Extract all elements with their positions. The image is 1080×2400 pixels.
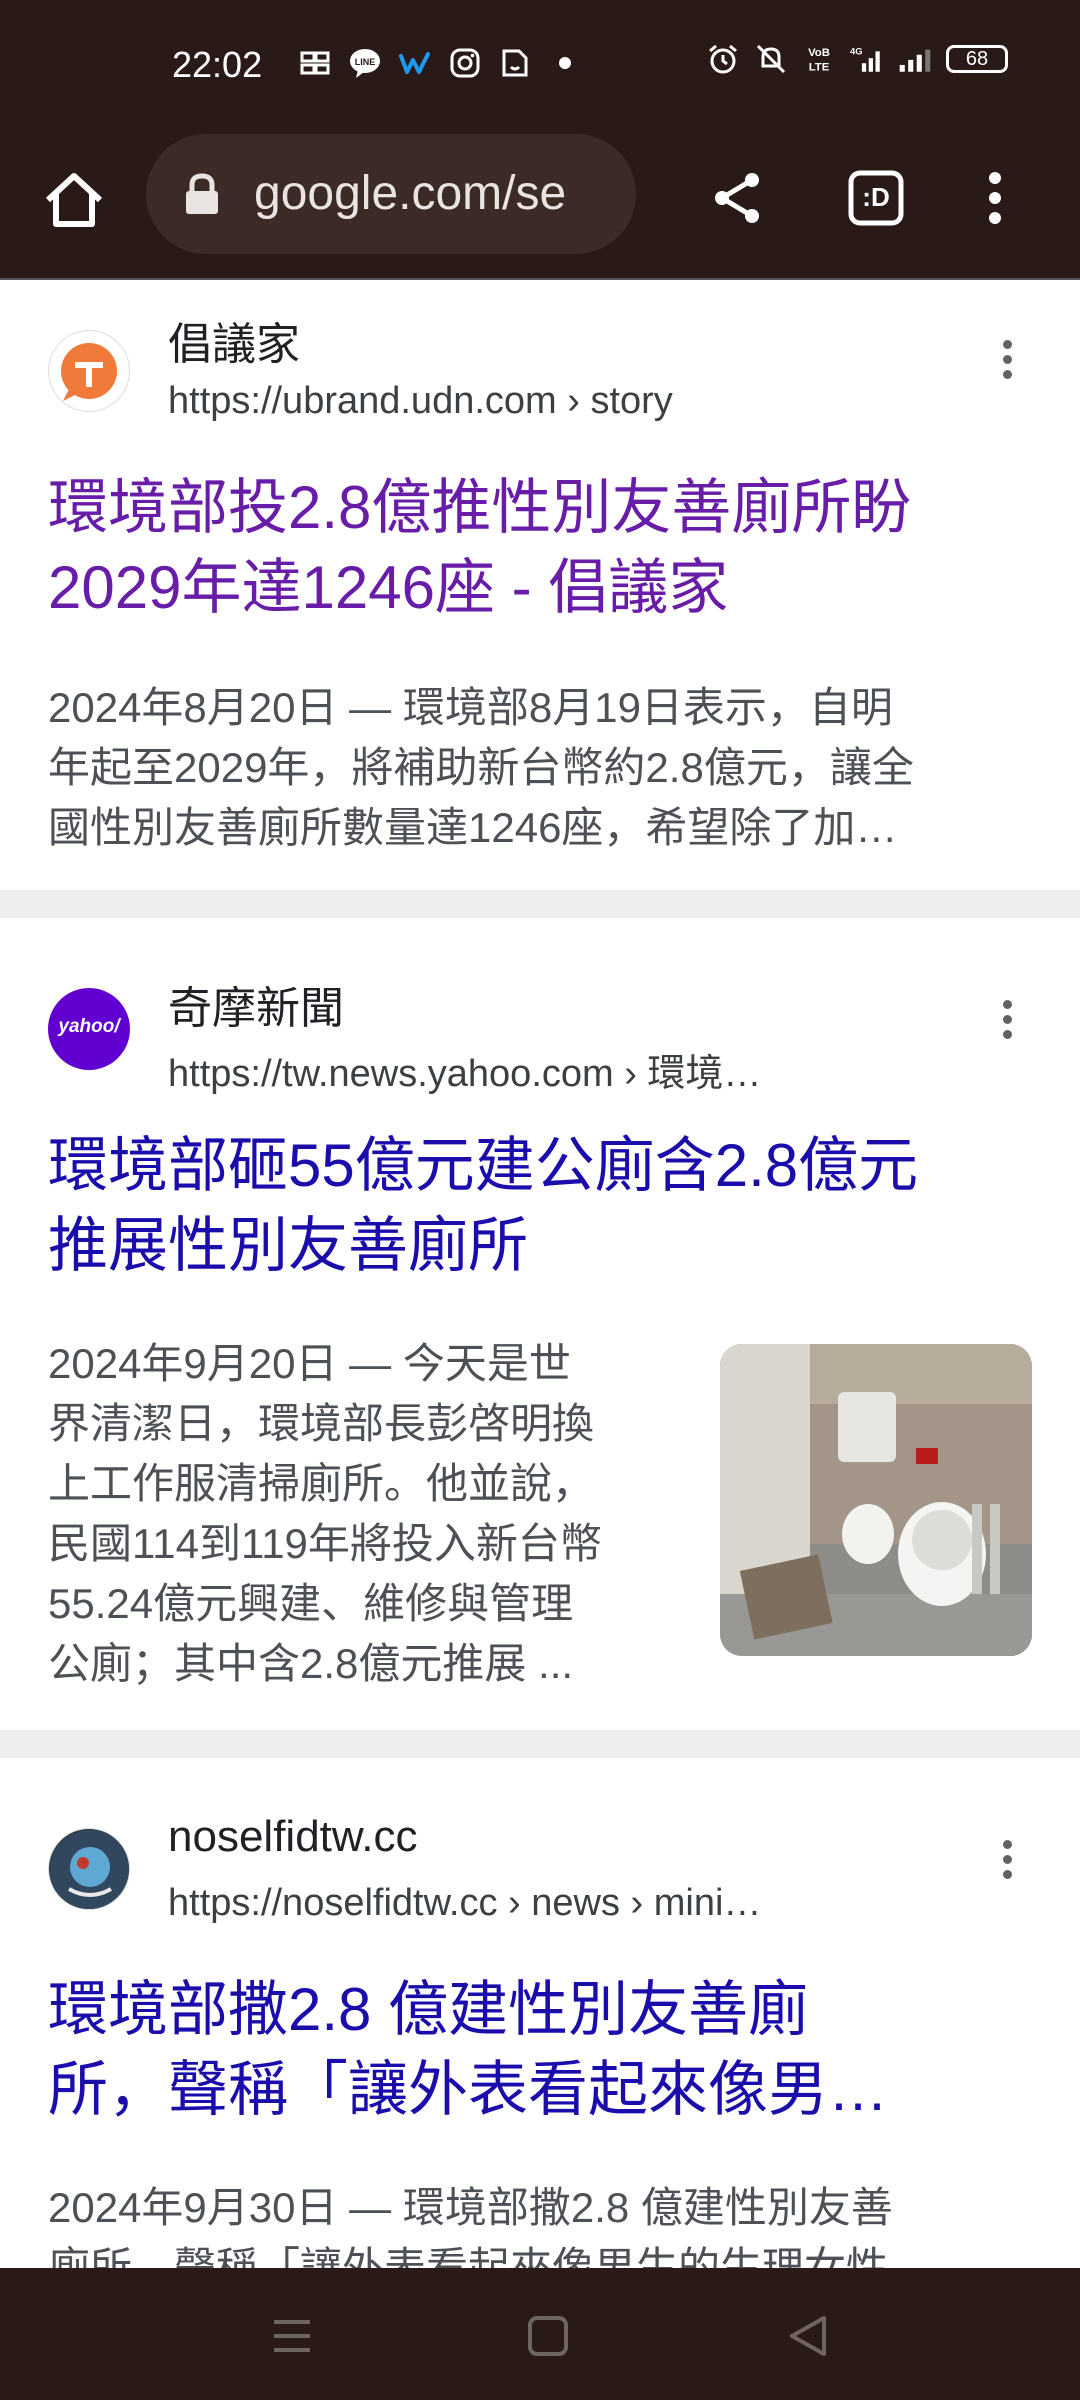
result-title-link[interactable]: 環境部撒2.8 億建性別友善廁 所，聲稱「讓外表看起來像男… [48,1970,1038,2130]
svg-text:LTE: LTE [809,61,830,73]
yahoo-logo-icon: yahoo/ [58,1016,120,1037]
browser-menu-button[interactable] [980,168,1010,228]
mms-icon [298,46,332,80]
site-url[interactable]: https://ubrand.udn.com › story [168,380,673,423]
instagram-icon [448,46,482,80]
status-time: 22:02 [172,44,263,85]
status-bar: 22:02 LINE VoB LTE 4G 68 [0,0,1080,130]
w-app-icon [398,46,432,80]
recent-apps-button[interactable] [268,2312,316,2360]
site-favicon [48,330,130,412]
back-triangle-icon [790,2316,826,2356]
4g-signal-icon: 4G [850,42,884,76]
mute-icon [754,42,788,76]
site-url[interactable]: https://noselfidtw.cc › news › mini… [168,1882,761,1925]
menu-lines-icon [274,2320,310,2352]
svg-text:4G: 4G [850,47,862,57]
result-separator [0,1730,1080,1758]
more-options-icon[interactable] [1000,1000,1014,1050]
site-name[interactable]: 倡議家 [168,308,300,372]
restroom-photo-icon [720,1344,1032,1656]
url-text: google.com/se [254,167,567,220]
share-icon [715,173,759,223]
line-icon: LINE [348,46,382,80]
search-result: noselfidtw.cc https://noselfidtw.cc › ne… [0,1758,1080,2268]
volte-icon: VoB LTE [802,42,836,76]
site-url[interactable]: https://tw.news.yahoo.com › 環境… [168,1042,761,1097]
result-thumbnail-image[interactable] [720,1344,1032,1656]
notification-icons: LINE [298,46,582,80]
site-favicon [48,1828,130,1910]
result-snippet: 2024年9月20日 — 今天是世 界清潔日，環境部長彭啓明換 上工作服清掃廁所… [48,1340,602,1687]
home-button[interactable] [38,164,110,236]
tab-switcher-button[interactable]: :D [846,168,906,228]
site-name[interactable]: noselfidtw.cc [168,1812,417,1862]
signal-icon [898,42,932,76]
more-options-icon[interactable] [1000,1840,1014,1890]
browser-toolbar: google.com/se :D [0,130,1080,260]
battery-icon: 68 [946,45,1008,73]
search-result: yahoo/ 奇摩新聞 https://tw.news.yahoo.com › … [0,918,1080,1730]
share-button[interactable] [708,168,768,228]
dot-icon [548,46,582,80]
more-vert-icon [989,172,1001,224]
lock-icon [182,172,222,216]
svg-text:VoB: VoB [808,47,830,59]
sticker-icon [498,46,532,80]
tab-switcher-label: :D [862,182,890,212]
alarm-icon [706,42,740,76]
noselfid-logo-icon [50,1830,129,1909]
browser-top-bar: 22:02 LINE VoB LTE 4G 68 google.com/se:… [0,0,1080,278]
search-result: 倡議家 https://ubrand.udn.com › story 環境部投2… [0,280,1080,890]
home-nav-button[interactable] [524,2312,572,2360]
result-snippet: 2024年9月30日 — 環境部撒2.8 億建性別友善 廁所，聲稱「讓外表看起來… [48,2184,893,2268]
result-snippet: 2024年8月20日 — 環境部8月19日表示，自明 年起至2029年，將補助新… [48,684,914,851]
system-navigation-bar [0,2268,1080,2400]
result-separator [0,890,1080,918]
advocate-logo-icon [61,343,117,401]
more-options-icon[interactable] [1000,340,1014,390]
result-title-link[interactable]: 環境部砸55億元建公廁含2.8億元 推展性別友善廁所 [48,1126,1038,1286]
back-button[interactable] [784,2312,832,2360]
address-bar[interactable]: google.com/se [146,134,636,254]
svg-text:LINE: LINE [355,57,376,67]
home-icon [45,173,103,227]
site-favicon: yahoo/ [48,988,130,1070]
site-name[interactable]: 奇摩新聞 [168,972,344,1036]
system-icons: VoB LTE 4G 68 [706,42,1008,76]
square-icon [528,2316,568,2356]
result-title-link[interactable]: 環境部投2.8億推性別友善廁所盼 2029年達1246座 - 倡議家 [48,468,1038,628]
